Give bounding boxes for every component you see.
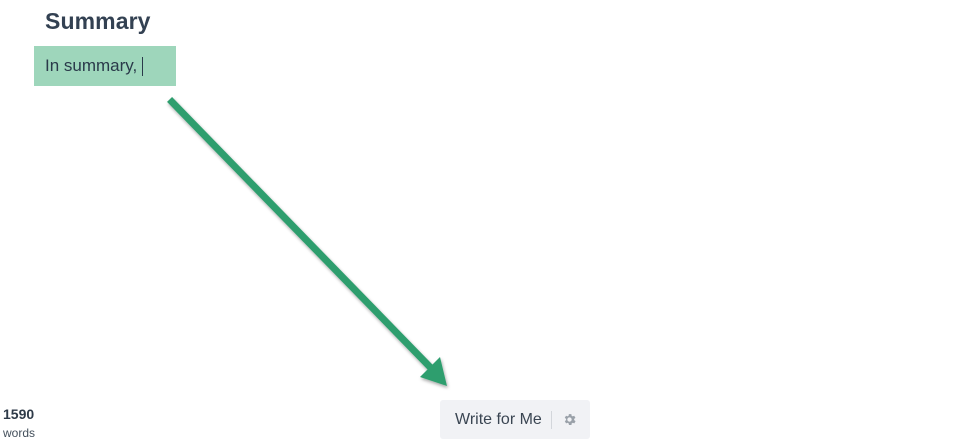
word-count-label: words	[3, 426, 36, 440]
write-for-me-button[interactable]: Write for Me	[440, 400, 590, 439]
text-caret	[142, 56, 144, 76]
button-divider	[550, 410, 552, 429]
editor-current-line[interactable]: In summary,	[34, 46, 176, 86]
word-count-value: 1590	[3, 406, 35, 422]
word-count: 1590 words	[3, 406, 35, 440]
write-for-me-label: Write for Me	[455, 410, 542, 428]
gear-icon[interactable]	[562, 412, 578, 428]
section-heading: Summary	[45, 8, 151, 34]
editor-text: In summary,	[45, 56, 138, 75]
